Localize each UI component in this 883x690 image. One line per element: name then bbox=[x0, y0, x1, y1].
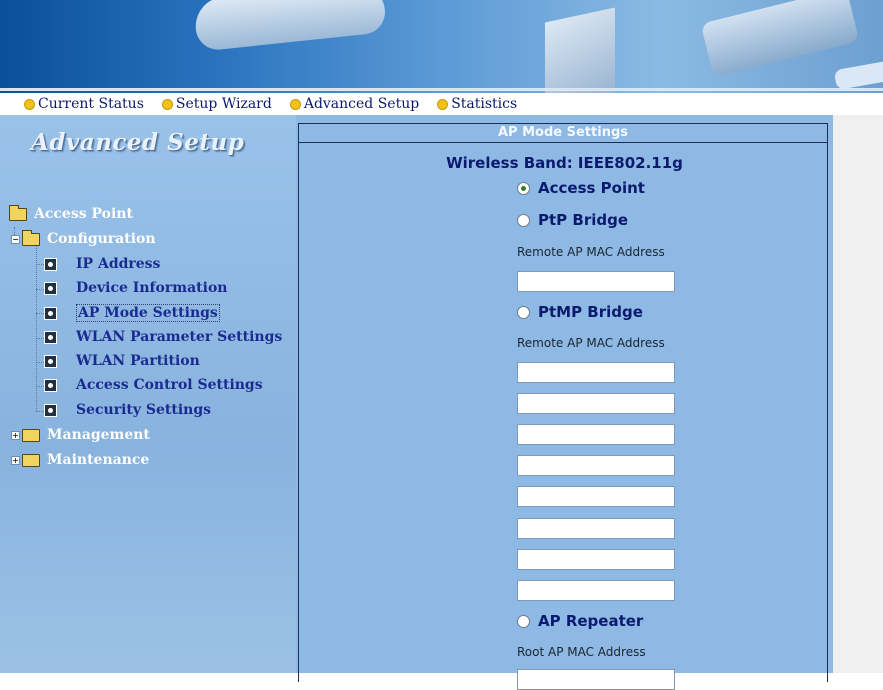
page-icon bbox=[44, 403, 57, 417]
top-nav: Current Status Setup Wizard Advanced Set… bbox=[0, 93, 883, 115]
nav-setup-wizard[interactable]: Setup Wizard bbox=[161, 96, 272, 112]
header-banner bbox=[0, 0, 883, 93]
mode-access-point[interactable]: Access Point bbox=[517, 179, 645, 197]
page-icon bbox=[44, 281, 57, 295]
mode-label: PtP Bridge bbox=[538, 211, 628, 229]
tree-label: Configuration bbox=[47, 231, 156, 247]
tree-line bbox=[36, 338, 44, 339]
tree-configuration[interactable]: − Configuration bbox=[11, 229, 156, 247]
sidebar: Advanced Setup Access Point − Configurat… bbox=[0, 115, 296, 673]
bullet-icon bbox=[437, 98, 449, 110]
nav-current-status[interactable]: Current Status bbox=[24, 96, 144, 112]
tree-line bbox=[36, 264, 44, 265]
expand-icon[interactable]: + bbox=[11, 430, 20, 440]
mode-ap-repeater[interactable]: AP Repeater bbox=[517, 612, 643, 630]
collapse-icon[interactable]: − bbox=[11, 234, 20, 244]
banner-divider bbox=[0, 88, 883, 91]
tree-item-device-information[interactable]: Device Information bbox=[44, 280, 227, 296]
tree-item-access-control-settings[interactable]: Access Control Settings bbox=[44, 377, 263, 393]
page-margin bbox=[833, 115, 883, 673]
radio-icon[interactable] bbox=[517, 305, 530, 319]
folder-icon bbox=[22, 453, 40, 467]
folder-icon bbox=[22, 428, 40, 442]
tree-label: AP Mode Settings bbox=[76, 304, 220, 322]
mode-label: AP Repeater bbox=[538, 612, 644, 630]
tree-label: WLAN Parameter Settings bbox=[76, 329, 283, 345]
root-mac-label: Root AP MAC Address bbox=[517, 645, 646, 659]
tree-line bbox=[36, 289, 44, 290]
tree-item-security-settings[interactable]: Security Settings bbox=[44, 402, 211, 418]
root-ap-mac-input[interactable] bbox=[517, 669, 675, 690]
ptmp-remote-mac-input-7[interactable] bbox=[517, 549, 675, 570]
ptmp-remote-mac-input-1[interactable] bbox=[517, 362, 675, 383]
nav-statistics[interactable]: Statistics bbox=[437, 96, 517, 112]
tree-label: WLAN Partition bbox=[76, 353, 200, 369]
ptmp-remote-mac-input-5[interactable] bbox=[517, 486, 675, 507]
folder-open-icon bbox=[9, 204, 27, 221]
tree-line bbox=[36, 362, 44, 363]
banner-router-image bbox=[192, 0, 388, 52]
banner-adapter-image bbox=[833, 59, 883, 91]
tree-item-ap-mode-settings[interactable]: AP Mode Settings bbox=[44, 304, 220, 322]
page-icon bbox=[44, 330, 57, 344]
mode-ptmp-bridge[interactable]: PtMP Bridge bbox=[517, 303, 643, 321]
radio-icon[interactable] bbox=[517, 213, 530, 227]
tree-label: Management bbox=[47, 427, 150, 443]
tree-label: Access Point bbox=[34, 206, 133, 222]
tree-item-ip-address[interactable]: IP Address bbox=[44, 256, 160, 272]
tree-label: Security Settings bbox=[76, 402, 212, 418]
ptmp-remote-mac-input-6[interactable] bbox=[517, 518, 675, 539]
ptp-remote-mac-input[interactable] bbox=[517, 271, 675, 292]
tree-management[interactable]: + Management bbox=[11, 427, 150, 443]
nav-label: Statistics bbox=[451, 96, 518, 112]
tree-line bbox=[36, 411, 44, 412]
wireless-band-label: Wireless Band: IEEE802.11g bbox=[446, 154, 683, 172]
tree-line bbox=[36, 313, 44, 314]
banner-device-image bbox=[545, 7, 615, 93]
bullet-icon bbox=[24, 98, 35, 110]
page-icon bbox=[44, 354, 57, 368]
page-icon bbox=[44, 306, 57, 320]
mode-label: PtMP Bridge bbox=[538, 303, 643, 321]
radio-icon[interactable] bbox=[517, 614, 530, 628]
page-icon bbox=[44, 378, 57, 392]
remote-mac-label: Remote AP MAC Address bbox=[517, 336, 665, 350]
mode-label: Access Point bbox=[538, 179, 645, 197]
tree-label: Maintenance bbox=[47, 452, 150, 468]
ptmp-remote-mac-input-8[interactable] bbox=[517, 580, 675, 601]
nav-label: Current Status bbox=[38, 96, 144, 112]
nav-label: Setup Wizard bbox=[175, 96, 272, 112]
tree-maintenance[interactable]: + Maintenance bbox=[11, 452, 149, 468]
remote-mac-label: Remote AP MAC Address bbox=[517, 245, 665, 259]
panel-header: AP Mode Settings bbox=[298, 123, 828, 143]
tree-label: Device Information bbox=[76, 280, 228, 296]
main-panel: AP Mode Settings Wireless Band: IEEE802.… bbox=[296, 115, 833, 690]
banner-card-image bbox=[700, 0, 860, 78]
sidebar-title: Advanced Setup bbox=[31, 129, 245, 156]
nav-advanced-setup[interactable]: Advanced Setup bbox=[289, 96, 420, 112]
bullet-icon bbox=[289, 98, 301, 110]
tree-label: IP Address bbox=[76, 256, 161, 272]
tree-item-wlan-partition[interactable]: WLAN Partition bbox=[44, 353, 200, 369]
tree-line bbox=[36, 386, 44, 387]
ptmp-remote-mac-input-3[interactable] bbox=[517, 424, 675, 445]
radio-selected-icon[interactable] bbox=[517, 181, 530, 195]
tree-access-point[interactable]: Access Point bbox=[9, 204, 133, 222]
nav-label: Advanced Setup bbox=[303, 96, 420, 112]
ptmp-remote-mac-input-4[interactable] bbox=[517, 455, 675, 476]
tree-label: Access Control Settings bbox=[76, 377, 263, 393]
mode-ptp-bridge[interactable]: PtP Bridge bbox=[517, 211, 628, 229]
ptmp-remote-mac-input-2[interactable] bbox=[517, 393, 675, 414]
tree-item-wlan-parameter-settings[interactable]: WLAN Parameter Settings bbox=[44, 329, 282, 345]
expand-icon[interactable]: + bbox=[11, 455, 20, 465]
bullet-icon bbox=[161, 98, 173, 110]
page-icon bbox=[44, 257, 57, 271]
folder-open-icon bbox=[22, 229, 40, 246]
